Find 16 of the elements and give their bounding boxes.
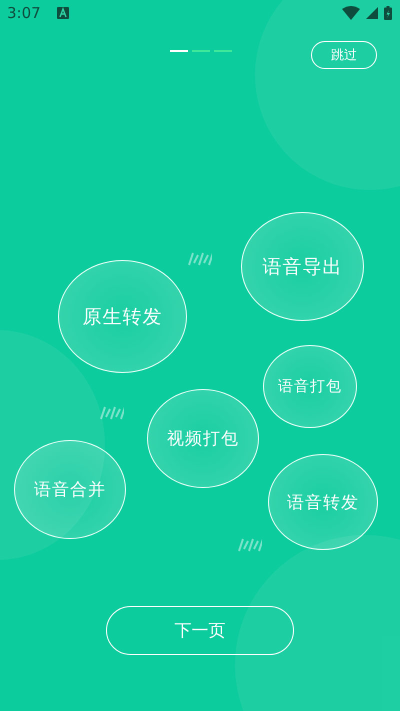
wifi-icon — [342, 6, 360, 20]
feature-bubble: 语音导出 — [241, 212, 364, 321]
status-time: 3:07 — [7, 4, 41, 22]
feature-bubble: 原生转发 — [58, 260, 187, 373]
sound-wave-icon — [186, 250, 212, 268]
next-page-button[interactable]: 下一页 — [106, 606, 294, 655]
feature-bubble: 语音转发 — [268, 454, 378, 550]
skip-button[interactable]: 跳过 — [311, 41, 377, 69]
battery-icon — [384, 6, 392, 20]
feature-bubble: 语音打包 — [263, 345, 357, 428]
feature-bubble: 视频打包 — [147, 389, 259, 488]
signal-icon — [366, 7, 378, 19]
sound-wave-icon — [236, 536, 262, 554]
sound-wave-icon — [98, 404, 124, 422]
notification-icon — [56, 7, 69, 19]
feature-bubble: 语音合并 — [14, 440, 126, 539]
